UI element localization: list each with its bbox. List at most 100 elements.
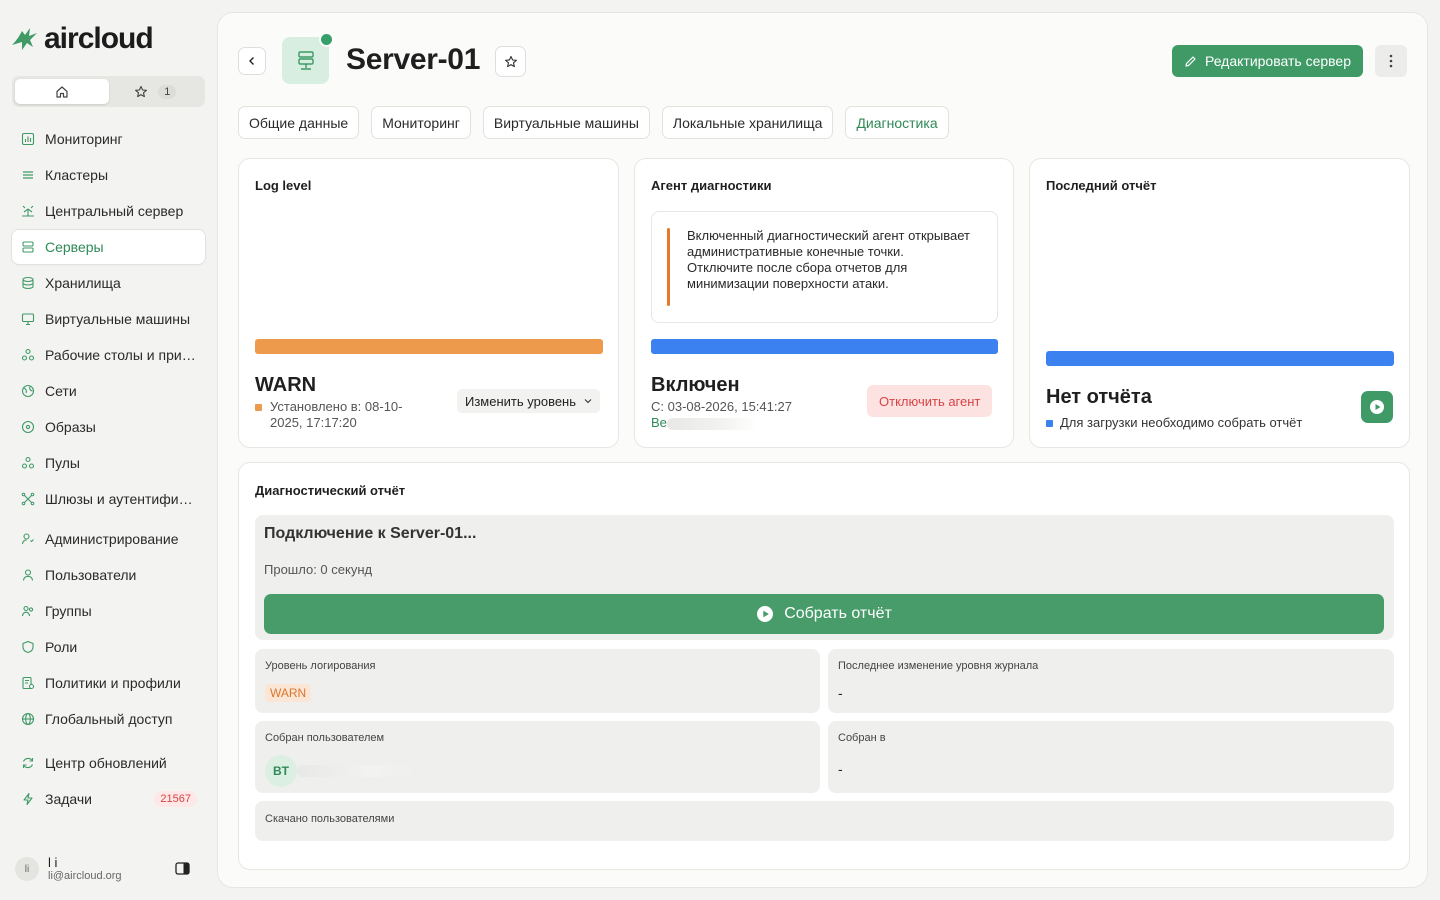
log-level-field: Уровень логирования WARN [255, 649, 820, 713]
last-report-status: Нет отчёта [1046, 386, 1152, 408]
more-vertical-icon [1389, 54, 1393, 68]
sidebar-item-administration[interactable]: Администрирование [12, 522, 205, 556]
avatar: li [15, 857, 39, 881]
sidebar-item-label: Рабочие столы и прил... [45, 347, 197, 363]
agent-status-bar [651, 339, 998, 354]
collect-report-button[interactable]: Собрать отчёт [264, 594, 1384, 634]
sidebar-item-label: Центральный сервер [45, 203, 184, 219]
sidebar-item-label: Глобальный доступ [45, 711, 173, 727]
downloaded-by-field: Скачано пользователями [255, 801, 1394, 841]
change-level-button[interactable]: Изменить уровень [457, 389, 601, 413]
sidebar-item-desktops[interactable]: Рабочие столы и прил... [12, 338, 205, 372]
user-email: li@aircloud.org [48, 870, 122, 882]
sidebar-item-storage[interactable]: Хранилища [12, 266, 205, 300]
sidebar-item-label: Политики и профили [45, 675, 181, 691]
sidebar-item-central-server[interactable]: Центральный сервер [12, 194, 205, 228]
sidebar-item-tasks[interactable]: Задачи 21567 [12, 782, 205, 816]
agent-enabled-by: Be [651, 415, 757, 431]
sidebar-item-groups[interactable]: Группы [12, 594, 205, 628]
last-report-hint: Для загрузки необходимо собрать отчёт [1046, 415, 1302, 431]
tab-local-storage[interactable]: Локальные хранилища [661, 106, 834, 139]
sidebar-item-clusters[interactable]: Кластеры [12, 158, 205, 192]
card-title: Log level [255, 178, 312, 193]
favorite-button[interactable] [495, 46, 526, 77]
database-icon [22, 276, 34, 290]
sidebar-item-label: Пользователи [45, 567, 137, 583]
elapsed-time: Прошло: 0 секунд [264, 562, 373, 577]
agent-status: Включен [651, 374, 740, 396]
log-level-set-at: Установлено в: 08-10-2025, 17:17:20 [255, 399, 430, 431]
sidebar-item-images[interactable]: Образы [12, 410, 205, 444]
sidebar-item-monitoring[interactable]: Мониторинг [12, 122, 205, 156]
home-tab[interactable] [15, 79, 109, 104]
apps-icon [21, 348, 35, 361]
sidebar-item-roles[interactable]: Роли [12, 630, 205, 664]
sidebar-item-servers[interactable]: Серверы [12, 230, 205, 264]
agent-since: С: 03-08-2026, 15:41:27 [651, 399, 792, 414]
disable-agent-button[interactable]: Отключить агент [867, 385, 993, 417]
last-change-field: Последнее изменение уровня журнала - [828, 649, 1394, 713]
collect-report-icon-button[interactable] [1361, 391, 1393, 423]
sidebar-item-global-access[interactable]: Глобальный доступ [12, 702, 205, 736]
set-at-text: Установлено в: 08-10-2025, 17:17:20 [270, 399, 403, 430]
sidebar-item-pools[interactable]: Пулы [12, 446, 205, 480]
field-label: Собран в [838, 732, 886, 744]
sidebar-item-vms[interactable]: Виртуальные машины [12, 302, 205, 336]
shield-icon [22, 640, 34, 654]
log-level-chip: WARN [265, 684, 312, 702]
sidebar-item-label: Виртуальные машины [45, 311, 191, 327]
layers-icon [23, 171, 33, 179]
bolt-icon [23, 792, 33, 806]
play-circle-icon [757, 606, 774, 622]
alert-text: Включенный диагностический агент открыва… [687, 228, 970, 291]
tab-vms[interactable]: Виртуальные машины [482, 106, 650, 139]
sidebar-item-label: Роли [45, 639, 78, 655]
sidebar-item-gateways[interactable]: Шлюзы и аутентифика... [12, 482, 205, 516]
tab-general[interactable]: Общие данные [238, 106, 360, 139]
sidebar-toggle-icon[interactable] [175, 862, 190, 875]
favorites-tab[interactable]: 1 [109, 79, 203, 104]
redacted-name [666, 417, 757, 430]
online-status-dot [319, 32, 334, 47]
log-level-bar [255, 339, 603, 354]
tab-diagnostics[interactable]: Диагностика [845, 106, 949, 139]
user-name: l i [48, 855, 58, 870]
field-label: Собран пользователем [265, 732, 385, 744]
main-panel: Server-01 Редактировать сервер Общие дан… [217, 12, 1428, 888]
field-value: - [838, 685, 843, 701]
hint-text: Для загрузки необходимо собрать отчёт [1060, 415, 1303, 430]
world-icon [21, 712, 35, 726]
connection-panel: Подключение к Server-01... Прошло: 0 сек… [255, 515, 1394, 640]
sidebar-item-label: Хранилища [45, 275, 121, 291]
sidebar-item-label: Группы [45, 603, 92, 619]
redacted-user-name [297, 765, 417, 777]
brand-name: aircloud [44, 22, 154, 55]
enabled-by-prefix: Be [651, 415, 667, 430]
sidebar-item-networks[interactable]: Сети [12, 374, 205, 408]
edit-server-button[interactable]: Редактировать сервер [1171, 45, 1363, 77]
star-icon [135, 85, 148, 97]
card-title: Диагностический отчёт [255, 483, 406, 498]
server-icon [297, 50, 314, 70]
back-button[interactable] [238, 47, 266, 75]
sidebar-item-label: Сети [45, 383, 77, 399]
tab-monitoring[interactable]: Мониторинг [371, 106, 471, 139]
collect-report-label: Собрать отчёт [784, 605, 892, 622]
sidebar-item-label: Мониторинг [45, 131, 123, 147]
disc-icon [21, 420, 35, 434]
sidebar-item-policies[interactable]: Политики и профили [12, 666, 205, 700]
sidebar-item-users[interactable]: Пользователи [12, 558, 205, 592]
diagnostic-agent-card: Агент диагностики Включенный диагностиче… [634, 158, 1014, 448]
page-title: Server-01 [346, 43, 481, 76]
logo[interactable]: aircloud [10, 22, 154, 56]
change-level-label: Изменить уровень [465, 393, 577, 409]
user-profile[interactable]: li l i li@aircloud.org [15, 852, 200, 886]
sidebar: aircloud 1 Мониторинг Кластеры Центральн… [0, 0, 216, 900]
tasks-count-badge: 21567 [154, 791, 197, 807]
policy-icon [22, 676, 35, 690]
more-actions-button[interactable] [1375, 45, 1407, 77]
connecting-status: Подключение к Server-01... [264, 525, 477, 542]
sidebar-item-updates[interactable]: Центр обновлений [12, 746, 205, 780]
agent-warning-alert: Включенный диагностический агент открыва… [651, 211, 998, 323]
hub-icon [22, 205, 34, 217]
